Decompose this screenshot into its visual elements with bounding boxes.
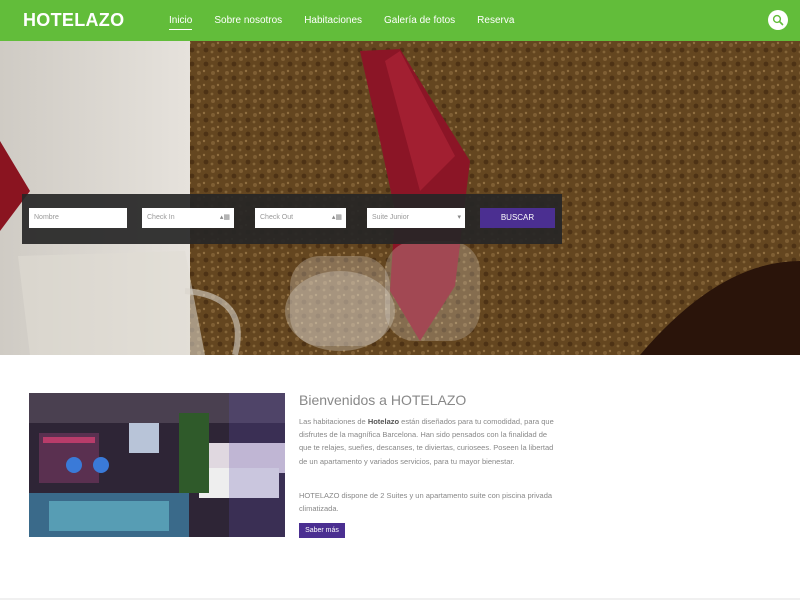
booking-form: Nombre Check In ▴▦ Check Out ▴▦ Suite Ju…: [22, 194, 562, 244]
room-photo: [29, 393, 285, 537]
welcome-p1-bold: Hotelazo: [367, 417, 400, 426]
checkin-input[interactable]: Check In ▴▦: [142, 208, 234, 228]
name-placeholder: Nombre: [34, 214, 59, 221]
nav-item-reserva[interactable]: Reserva: [477, 0, 514, 41]
chevron-down-icon: ▾: [457, 214, 461, 221]
welcome-title: Bienvenidos a HOTELAZO: [299, 392, 467, 408]
name-input[interactable]: Nombre: [29, 208, 127, 228]
top-navbar: HOTELAZO Inicio Sobre nosotros Habitacio…: [0, 0, 800, 41]
welcome-paragraph-2: HOTELAZO dispone de 2 Suites y un aparta…: [299, 491, 553, 514]
room-select[interactable]: Suite Junior ▾: [367, 208, 465, 228]
room-selected-value: Suite Junior: [372, 214, 409, 221]
room-image: [29, 393, 285, 537]
nav-item-habitaciones[interactable]: Habitaciones: [304, 0, 362, 41]
nav-item-galeria[interactable]: Galería de fotos: [384, 0, 455, 41]
checkin-placeholder: Check In: [147, 214, 175, 221]
checkout-input[interactable]: Check Out ▴▦: [255, 208, 346, 228]
welcome-paragraph-1: Las habitaciones de Hotelazo están diseñ…: [299, 415, 561, 468]
hero-banner: Nombre Check In ▴▦ Check Out ▴▦ Suite Ju…: [0, 41, 800, 355]
welcome-p1-start: Las habitaciones de: [299, 417, 368, 426]
nav-item-sobre-nosotros[interactable]: Sobre nosotros: [214, 0, 282, 41]
calendar-icon[interactable]: ▴▦: [332, 208, 342, 228]
saber-mas-button[interactable]: Saber más: [299, 523, 345, 538]
search-icon: [772, 14, 784, 26]
search-submit-button[interactable]: BUSCAR: [480, 208, 555, 228]
checkout-placeholder: Check Out: [260, 214, 294, 221]
search-button[interactable]: [768, 10, 788, 30]
site-logo[interactable]: HOTELAZO: [23, 10, 124, 31]
calendar-icon[interactable]: ▴▦: [220, 208, 230, 228]
main-nav: Inicio Sobre nosotros Habitaciones Galer…: [169, 0, 536, 41]
nav-item-inicio[interactable]: Inicio: [169, 0, 193, 41]
